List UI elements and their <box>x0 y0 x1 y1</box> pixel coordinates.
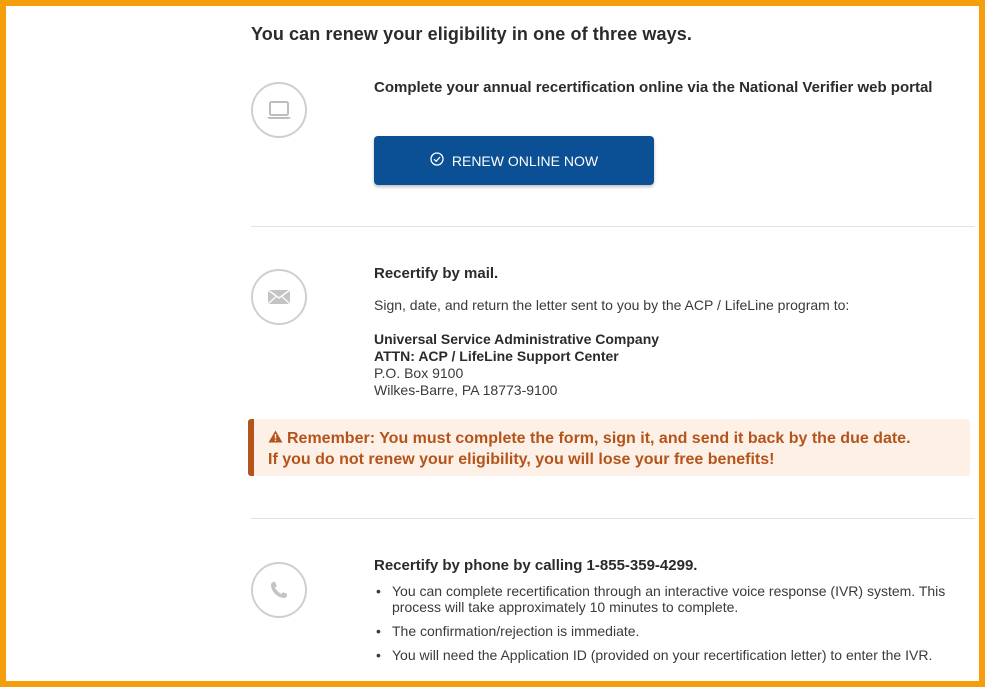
alert-line-2: If you do not renew your eligibility, yo… <box>268 451 775 468</box>
section-divider <box>251 518 975 519</box>
check-circle-icon <box>430 152 444 169</box>
due-date-alert: Remember: You must complete the form, si… <box>248 419 970 476</box>
online-section-title: Complete your annual recertification onl… <box>374 79 933 96</box>
phone-section-title: Recertify by phone by calling 1-855-359-… <box>374 557 698 574</box>
renew-online-button-label: RENEW ONLINE NOW <box>451 152 599 169</box>
alert-line-1: Remember: You must complete the form, si… <box>287 430 911 447</box>
laptop-icon <box>251 82 307 138</box>
address-line-city: Wilkes-Barre, PA 18773-9100 <box>374 382 558 398</box>
address-line-pobox: P.O. Box 9100 <box>374 365 464 381</box>
mail-instruction: Sign, date, and return the letter sent t… <box>374 297 850 313</box>
list-item: You can complete recertification through… <box>374 583 964 615</box>
phone-icon <box>251 562 307 618</box>
renew-online-button[interactable]: RENEW ONLINE NOW <box>374 136 654 185</box>
phone-bullet-list: You can complete recertification through… <box>374 583 964 671</box>
warning-icon <box>268 428 283 449</box>
envelope-icon <box>251 269 307 325</box>
address-line-company: Universal Service Administrative Company <box>374 331 660 347</box>
mail-section-title: Recertify by mail. <box>374 265 499 282</box>
list-item: You will need the Application ID (provid… <box>374 647 964 663</box>
mailing-address: Universal Service Administrative Company… <box>374 331 659 399</box>
address-line-attn: ATTN: ACP / LifeLine Support Center <box>374 348 619 364</box>
page-heading: You can renew your eligibility in one of… <box>251 24 692 44</box>
section-divider <box>251 226 975 227</box>
list-item: The confirmation/rejection is immediate. <box>374 623 964 639</box>
